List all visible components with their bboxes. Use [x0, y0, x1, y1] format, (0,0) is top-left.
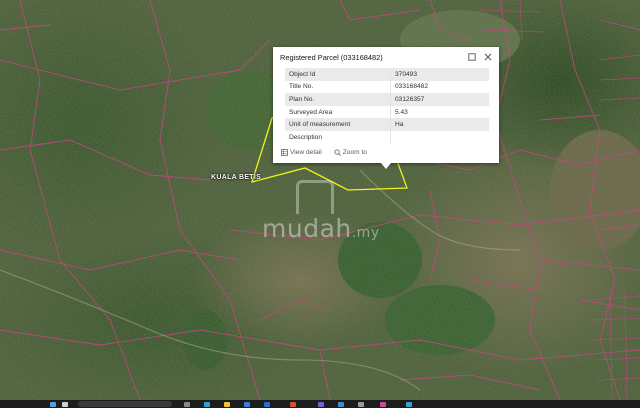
- attr-key: Surveyed Area: [285, 105, 391, 119]
- taskbar-search-box[interactable]: [78, 401, 172, 407]
- attr-value: 03126357: [390, 93, 489, 106]
- app-icon[interactable]: [380, 402, 386, 407]
- table-row: Description: [285, 130, 490, 144]
- maximize-icon[interactable]: [466, 52, 477, 63]
- attr-key: Title No.: [285, 80, 391, 94]
- view-detail-label: View detail: [290, 149, 322, 156]
- parcel-popup: Registered Parcel (033168482) Object Id …: [273, 47, 499, 169]
- popup-actions: View detail Zoom to: [281, 149, 379, 156]
- attr-value: 033168482: [395, 83, 429, 91]
- watermark-logo: [296, 180, 334, 214]
- mail-icon[interactable]: [264, 402, 270, 407]
- attr-value: 370493: [390, 68, 489, 81]
- search-icon[interactable]: [62, 402, 68, 407]
- attr-key: Unit of measurement: [285, 118, 391, 131]
- view-detail-button[interactable]: View detail: [281, 149, 322, 156]
- watermark: mudah.my: [262, 214, 380, 243]
- zoom-icon: [334, 149, 341, 156]
- attr-key: Object Id: [285, 68, 391, 81]
- table-row: Object Id 370493: [285, 68, 489, 81]
- popup-header: Registered Parcel (033168482): [273, 47, 499, 67]
- chrome-icon[interactable]: [290, 402, 296, 407]
- app-icon[interactable]: [406, 402, 412, 407]
- attr-value: [391, 131, 490, 144]
- attr-value: 5.43: [395, 108, 408, 116]
- place-label: KUALA BETIS: [211, 174, 262, 181]
- attr-value: Ha: [390, 118, 489, 131]
- table-row: Unit of measurement Ha: [285, 118, 489, 131]
- zoom-to-button[interactable]: Zoom to: [334, 149, 367, 156]
- photos-icon[interactable]: [338, 402, 344, 407]
- table-row: Plan No. 03126357: [285, 93, 489, 106]
- taskbar: [0, 400, 640, 408]
- teams-icon[interactable]: [318, 402, 324, 407]
- popup-title: Registered Parcel (033168482): [280, 52, 383, 62]
- attr-key: Plan No.: [285, 93, 391, 106]
- table-row: Surveyed Area 5.43: [285, 105, 489, 119]
- table-row: Title No. 033168482: [285, 80, 489, 94]
- explorer-icon[interactable]: [224, 402, 230, 407]
- windows-start-icon[interactable]: [50, 402, 56, 407]
- close-icon[interactable]: [482, 52, 493, 63]
- store-icon[interactable]: [244, 402, 250, 407]
- edge-icon[interactable]: [204, 402, 210, 407]
- task-view-icon[interactable]: [184, 402, 190, 407]
- attr-key: Description: [285, 130, 391, 144]
- settings-icon[interactable]: [358, 402, 364, 407]
- attribute-table: Object Id 370493 Title No. 033168482 Pla…: [285, 68, 489, 144]
- table-icon: [281, 149, 288, 156]
- zoom-to-label: Zoom to: [342, 149, 367, 156]
